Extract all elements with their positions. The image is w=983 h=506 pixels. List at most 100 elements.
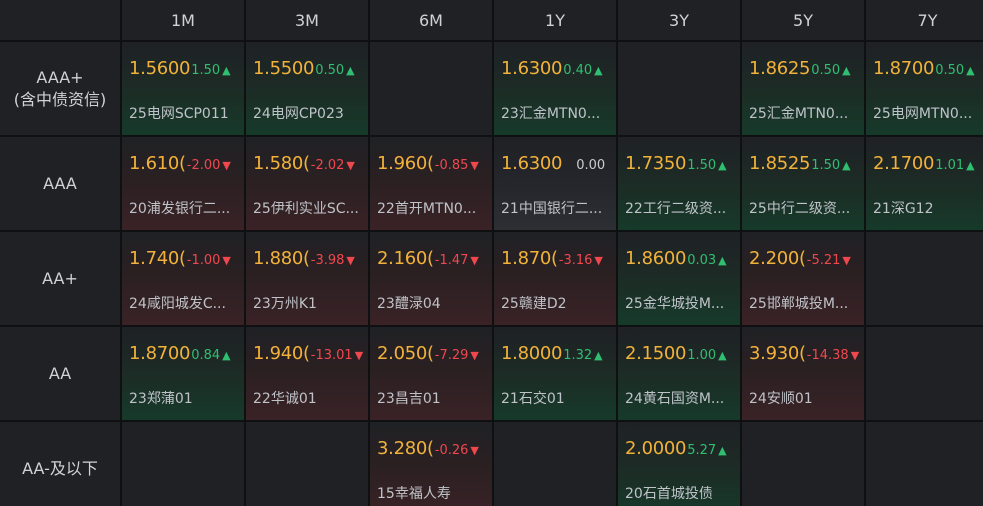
- rating-label: AAA: [0, 137, 120, 230]
- yield-change: -3.16: [558, 253, 593, 268]
- rating-label: AA: [0, 327, 120, 420]
- bond-name: 21中国银行二...: [501, 201, 603, 217]
- bond-name: 25汇金MTN0...: [749, 106, 849, 122]
- tenor-header-1y[interactable]: 1Y: [494, 0, 616, 40]
- yield-cell[interactable]: 1.5500 0.50 ▲ 24电网CP023: [246, 42, 368, 135]
- yield-cell[interactable]: 2.1500 1.00 ▲ 24黄石国资M...: [618, 327, 740, 420]
- yield-cell[interactable]: 1.8625 0.50 ▲ 25汇金MTN0...: [742, 42, 864, 135]
- yield-cell[interactable]: 1.870(-3.16 ▼ 25赣建D2: [494, 232, 616, 325]
- yield-line: 1.870(-3.16 ▼: [501, 248, 614, 269]
- yield-cell[interactable]: 1.8525 1.50 ▲ 25中行二级资...: [742, 137, 864, 230]
- tenor-header-5y[interactable]: 5Y: [742, 0, 864, 40]
- yield-change: -13.01: [310, 348, 353, 363]
- yield-line: 1.8625 0.50 ▲: [749, 58, 862, 79]
- rating-label-line: AA-及以下: [22, 459, 98, 478]
- triangle-down-icon: ▼: [470, 444, 479, 457]
- yield-change: 0.50: [811, 63, 841, 78]
- bond-name: 25金华城投M...: [625, 296, 725, 312]
- yield-change: 1.01: [935, 158, 965, 173]
- yield-cell[interactable]: 1.8700 0.84 ▲ 23郑蒲01: [122, 327, 244, 420]
- yield-cell[interactable]: 1.960(-0.85 ▼ 22首开MTN0...: [370, 137, 492, 230]
- bond-name: 24咸阳城发C...: [129, 296, 226, 312]
- yield-cell[interactable]: 2.160(-1.47 ▼ 23醴渌04: [370, 232, 492, 325]
- bond-name: 20浦发银行二...: [129, 201, 231, 217]
- yield-change: -1.00: [186, 253, 221, 268]
- yield-line: 1.6300 0.00: [501, 153, 614, 174]
- bond-name: 22华诚01: [253, 391, 317, 407]
- yield-line: 3.930(-14.38 ▼: [749, 343, 862, 364]
- tenor-header-3y[interactable]: 3Y: [618, 0, 740, 40]
- yield-line: 2.0000 5.27 ▲: [625, 438, 738, 459]
- triangle-down-icon: ▼: [354, 349, 364, 362]
- yield-cell[interactable]: 1.6300 0.40 ▲ 23汇金MTN0...: [494, 42, 616, 135]
- yield-rate: 1.8600: [625, 248, 687, 269]
- bond-name: 22工行二级资...: [625, 201, 727, 217]
- yield-change: -0.85: [434, 158, 469, 173]
- triangle-down-icon: ▼: [470, 254, 479, 267]
- yield-rate: 2.200(: [749, 248, 806, 269]
- yield-rate: 1.940(: [253, 343, 310, 364]
- triangle-up-icon: ▲: [594, 64, 603, 77]
- yield-cell[interactable]: 1.940(-13.01 ▼ 22华诚01: [246, 327, 368, 420]
- triangle-down-icon: ▼: [222, 254, 231, 267]
- yield-rate: 1.8700: [873, 58, 935, 79]
- triangle-up-icon: ▲: [718, 254, 727, 267]
- yield-cell[interactable]: 1.580(-2.02 ▼ 25伊利实业SC...: [246, 137, 368, 230]
- bond-name: 24电网CP023: [253, 106, 344, 122]
- tenor-header-6m[interactable]: 6M: [370, 0, 492, 40]
- yield-cell[interactable]: 1.7350 1.50 ▲ 22工行二级资...: [618, 137, 740, 230]
- yield-cell[interactable]: 3.280(-0.26 ▼ 15幸福人寿: [370, 422, 492, 506]
- yield-rate: 1.8625: [749, 58, 811, 79]
- yield-cell[interactable]: 1.8000 1.32 ▲ 21石交01: [494, 327, 616, 420]
- yield-line: 1.8000 1.32 ▲: [501, 343, 614, 364]
- yield-cell[interactable]: 2.1700 1.01 ▲ 21深G12: [866, 137, 983, 230]
- yield-cell[interactable]: 1.880(-3.98 ▼ 23万州K1: [246, 232, 368, 325]
- yield-cell[interactable]: 1.5600 1.50 ▲ 25电网SCP011: [122, 42, 244, 135]
- bond-name: 25伊利实业SC...: [253, 201, 359, 217]
- triangle-up-icon: ▲: [718, 159, 727, 172]
- yield-line: 3.280(-0.26 ▼: [377, 438, 490, 459]
- yield-cell[interactable]: 1.6300 0.00 21中国银行二...: [494, 137, 616, 230]
- rating-label-line: AA+: [42, 268, 78, 288]
- yield-rate: 1.6300: [501, 153, 563, 174]
- yield-rate: 2.050(: [377, 343, 434, 364]
- tenor-header-3m[interactable]: 3M: [246, 0, 368, 40]
- yield-change: 0.84: [191, 348, 221, 363]
- empty-cell: [866, 422, 983, 506]
- rating-label: AA-及以下: [0, 422, 120, 506]
- triangle-up-icon: ▲: [346, 64, 355, 77]
- yield-cell[interactable]: 1.740(-1.00 ▼ 24咸阳城发C...: [122, 232, 244, 325]
- rating-label-line: AAA+: [36, 67, 84, 87]
- yield-cell[interactable]: 2.050(-7.29 ▼ 23昌吉01: [370, 327, 492, 420]
- yield-change: 1.50: [191, 63, 221, 78]
- yield-cell[interactable]: 1.8600 0.03 ▲ 25金华城投M...: [618, 232, 740, 325]
- yield-rate: 1.5500: [253, 58, 315, 79]
- yield-matrix: 1M 3M 6M 1Y 3Y 5Y 7Y AAA+ (含中债资信) 1.5600 1.…: [0, 0, 983, 506]
- bond-name: 25赣建D2: [501, 296, 567, 312]
- yield-cell[interactable]: 2.200(-5.21 ▼ 25邯郸城投M...: [742, 232, 864, 325]
- yield-change: 0.40: [563, 63, 593, 78]
- empty-cell: [246, 422, 368, 506]
- yield-cell[interactable]: 1.8700 0.50 ▲ 25电网MTN0...: [866, 42, 983, 135]
- yield-line: 1.8700 0.50 ▲: [873, 58, 983, 79]
- yield-line: 1.960(-0.85 ▼: [377, 153, 490, 174]
- yield-line: 2.160(-1.47 ▼: [377, 248, 490, 269]
- yield-line: 2.1500 1.00 ▲: [625, 343, 738, 364]
- triangle-up-icon: ▲: [222, 64, 231, 77]
- tenor-header-7y[interactable]: 7Y: [866, 0, 983, 40]
- triangle-up-icon: ▲: [222, 349, 231, 362]
- yield-line: 1.8700 0.84 ▲: [129, 343, 242, 364]
- yield-rate: 1.870(: [501, 248, 558, 269]
- triangle-up-icon: ▲: [594, 349, 603, 362]
- yield-cell[interactable]: 1.610(-2.00 ▼ 20浦发银行二...: [122, 137, 244, 230]
- tenor-header-1m[interactable]: 1M: [122, 0, 244, 40]
- yield-rate: 3.930(: [749, 343, 806, 364]
- empty-cell: [866, 232, 983, 325]
- yield-line: 1.8525 1.50 ▲: [749, 153, 862, 174]
- bond-name: 20石首城投债: [625, 486, 713, 502]
- yield-change: 1.32: [563, 348, 593, 363]
- yield-change: 1.00: [687, 348, 717, 363]
- yield-change: 0.03: [687, 253, 717, 268]
- yield-cell[interactable]: 2.0000 5.27 ▲ 20石首城投债: [618, 422, 740, 506]
- yield-cell[interactable]: 3.930(-14.38 ▼ 24安顺01: [742, 327, 864, 420]
